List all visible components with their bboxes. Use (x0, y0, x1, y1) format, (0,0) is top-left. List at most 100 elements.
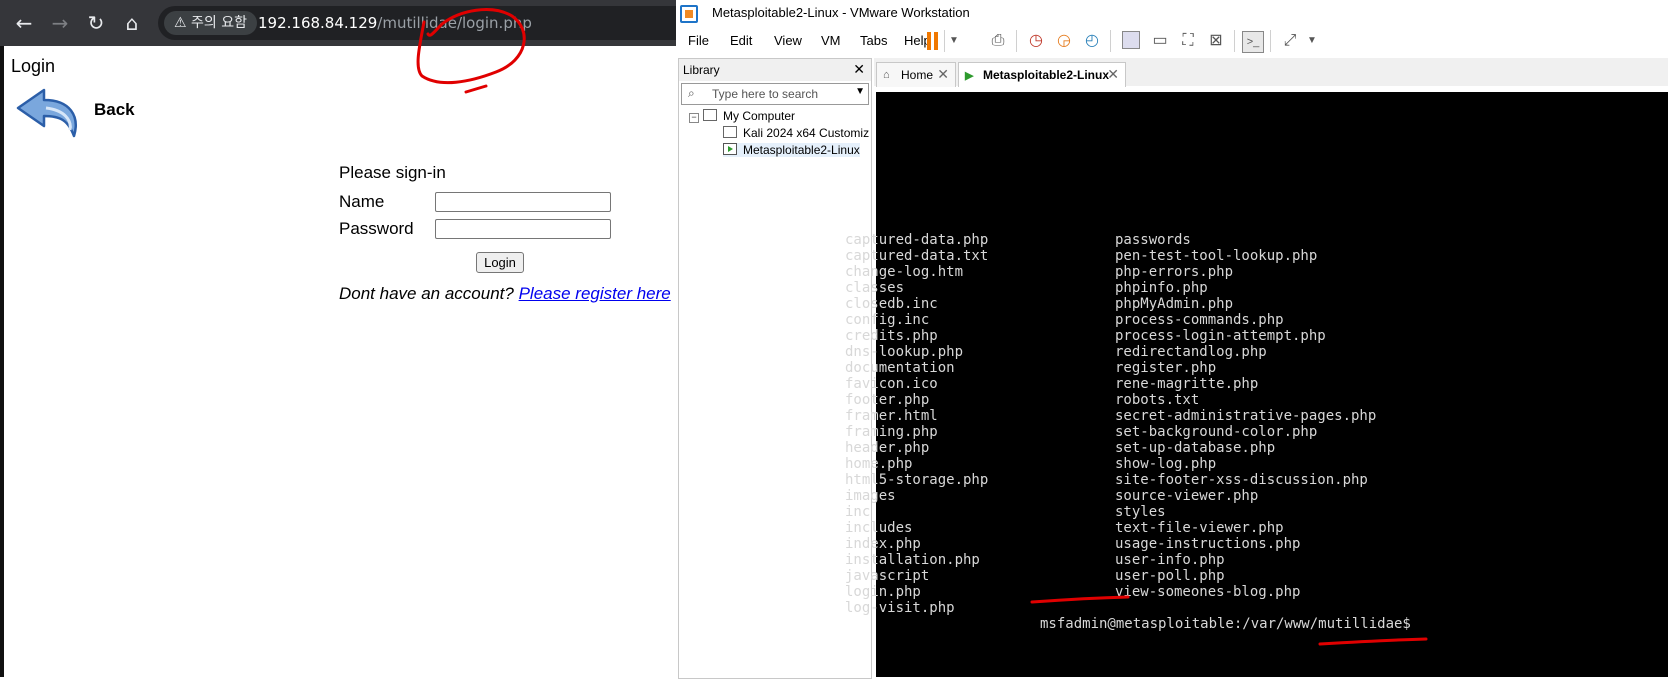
url-path: /mutillidae/login.php (377, 14, 532, 32)
name-label: Name (339, 192, 385, 211)
back-label: Back (94, 100, 135, 119)
name-input[interactable] (435, 192, 611, 212)
menu-vm[interactable]: VM (821, 33, 841, 48)
vm-icon (723, 126, 737, 138)
terminal-file-entry: inc (845, 504, 871, 520)
home-icon[interactable]: ⌂ (120, 11, 144, 35)
tree-item-metasploitable2[interactable]: Metasploitable2-Linux (723, 143, 860, 157)
snapshot-manager-icon[interactable]: ◴ (1082, 31, 1102, 51)
terminal-file-entry: usage-instructions.php (1115, 536, 1301, 552)
terminal-file-entry: view-someones-blog.php (1115, 584, 1301, 600)
chevron-down-icon[interactable]: ▼ (1302, 31, 1322, 51)
send-keys-icon[interactable]: ⎙ (988, 31, 1008, 51)
stretch-guest-icon[interactable]: ⤢ (1280, 31, 1300, 51)
menu-edit[interactable]: Edit (730, 33, 752, 48)
menu-file[interactable]: File (688, 33, 709, 48)
tree-item-my-computer[interactable]: My Computer (703, 109, 795, 123)
chevron-down-icon[interactable]: ▼ (855, 86, 865, 97)
address-bar[interactable]: ⚠ 주의 요함 192.168.84.129/mutillidae/login.… (158, 6, 698, 40)
terminal-file-entry: includes (845, 520, 913, 536)
browser-toolbar: ← → ↻ ⌂ ⚠ 주의 요함 192.168.84.129/mutillida… (0, 0, 698, 46)
vm-tab-bar: ⌂ Home ✕ ▶ Metasploitable2-Linux ✕ (874, 58, 1668, 87)
menu-tabs[interactable]: Tabs (860, 33, 887, 48)
terminal-file-entry: redirectandlog.php (1115, 344, 1267, 360)
register-link[interactable]: Please register here (519, 284, 671, 303)
chevron-down-icon[interactable]: ▼ (944, 31, 964, 51)
collapse-icon[interactable]: − (689, 113, 699, 123)
terminal-file-entry: styles (1115, 504, 1166, 520)
terminal-file-entry: user-info.php (1115, 552, 1225, 568)
search-icon: ⌕ (688, 86, 695, 100)
terminal-file-entry: passwords (1115, 232, 1191, 248)
terminal-file-entry: robots.txt (1115, 392, 1200, 408)
tree-item-label: Metasploitable2-Linux (743, 143, 860, 157)
terminal-file-entry: index.php (845, 536, 921, 552)
close-icon[interactable]: ✕ (937, 66, 949, 83)
reload-icon[interactable]: ↻ (84, 11, 108, 35)
terminal-file-entry: secret-administrative-pages.php (1115, 408, 1377, 424)
terminal-file-entry: pen-test-tool-lookup.php (1115, 248, 1318, 264)
library-header: Library ✕ (679, 59, 871, 81)
terminal-file-entry: user-poll.php (1115, 568, 1225, 584)
snapshot-icon[interactable]: ◷ (1026, 31, 1046, 51)
console-view-icon[interactable]: >_ (1242, 31, 1264, 53)
vmware-titlebar: Metasploitable2-Linux - VMware Workstati… (676, 0, 1668, 26)
forward-arrow-icon[interactable]: → (48, 11, 72, 35)
pause-icon[interactable] (925, 32, 941, 50)
terminal-file-entry: captured-data.txt (845, 248, 989, 264)
url-host: 192.168.84.129 (258, 14, 378, 32)
tab-label: Metasploitable2-Linux (983, 68, 1110, 82)
terminal-file-entry: classes (845, 280, 905, 296)
thumbnail-bar-icon[interactable]: ▭ (1150, 31, 1170, 51)
library-panel: Library ✕ ⌕ Type here to search ▼ − My C… (678, 58, 872, 679)
terminal-file-entry: dns-lookup.php (845, 344, 964, 360)
computer-icon (703, 109, 717, 121)
revert-snapshot-icon[interactable]: ◶ (1054, 31, 1074, 51)
close-icon[interactable]: ✕ (1107, 66, 1119, 83)
terminal-file-entry: html5-storage.php (845, 472, 989, 488)
terminal-file-entry: php-errors.php (1115, 264, 1234, 280)
login-button[interactable]: Login (476, 252, 524, 273)
terminal-file-entry: images (845, 488, 896, 504)
terminal-prompt: msfadmin@metasploitable:/var/www/mutilli… (1040, 616, 1411, 632)
tree-item-label: Kali 2024 x64 Customiz (743, 126, 870, 140)
terminal-file-entry: rene-magritte.php (1115, 376, 1259, 392)
terminal-listing-left: captured-data.php captured-data.txt change… (845, 232, 988, 616)
url-text[interactable]: 192.168.84.129/mutillidae/login.php (258, 6, 532, 40)
page-title: Login (11, 56, 56, 76)
toolbar-separator (1016, 30, 1017, 52)
terminal-file-entry: header.php (845, 440, 930, 456)
back-link[interactable]: Back (14, 86, 135, 146)
terminal-file-entry: captured-data.php (845, 232, 989, 248)
terminal-file-entry: source-viewer.php (1115, 488, 1259, 504)
library-search-input[interactable]: ⌕ Type here to search ▼ (681, 83, 869, 105)
tab-label: Home (901, 68, 934, 82)
unity-icon[interactable]: ⊠ (1206, 31, 1226, 51)
terminal-file-entry: text-file-viewer.php (1115, 520, 1284, 536)
tree-item-kali[interactable]: Kali 2024 x64 Customiz (723, 126, 871, 140)
tab-metasploitable2[interactable]: ▶ Metasploitable2-Linux ✕ (958, 62, 1126, 87)
back-arrow-icon[interactable]: ← (12, 11, 36, 35)
terminal-listing-right: passwords pen-test-tool-lookup.php php-err… (1115, 232, 1376, 600)
terminal-file-entry: phpMyAdmin.php (1115, 296, 1234, 312)
terminal-file-entry: process-login-attempt.php (1115, 328, 1326, 344)
terminal-file-entry: phpinfo.php (1115, 280, 1208, 296)
terminal-file-entry: set-background-color.php (1115, 424, 1318, 440)
full-screen-icon[interactable]: ⛶ (1178, 31, 1198, 51)
terminal-file-entry: footer.php (845, 392, 930, 408)
toolbar-separator (1270, 30, 1271, 52)
tab-home[interactable]: ⌂ Home ✕ (876, 62, 956, 87)
toolbar-separator (1234, 30, 1235, 52)
form-title: Please sign-in (339, 163, 446, 182)
terminal-file-entry: javascript (845, 568, 930, 584)
terminal-file-entry: register.php (1115, 360, 1217, 376)
security-warning-badge[interactable]: ⚠ 주의 요함 (164, 11, 257, 35)
menu-view[interactable]: View (774, 33, 802, 48)
show-library-icon[interactable] (1122, 31, 1140, 49)
register-prompt: Dont have an account? (339, 284, 514, 303)
terminal-file-entry: framing.php (845, 424, 938, 440)
password-input[interactable] (435, 219, 611, 239)
browser-window: ← → ↻ ⌂ ⚠ 주의 요함 192.168.84.129/mutillida… (0, 0, 698, 677)
close-icon[interactable]: ✕ (853, 61, 865, 78)
home-icon: ⌂ (883, 69, 890, 81)
